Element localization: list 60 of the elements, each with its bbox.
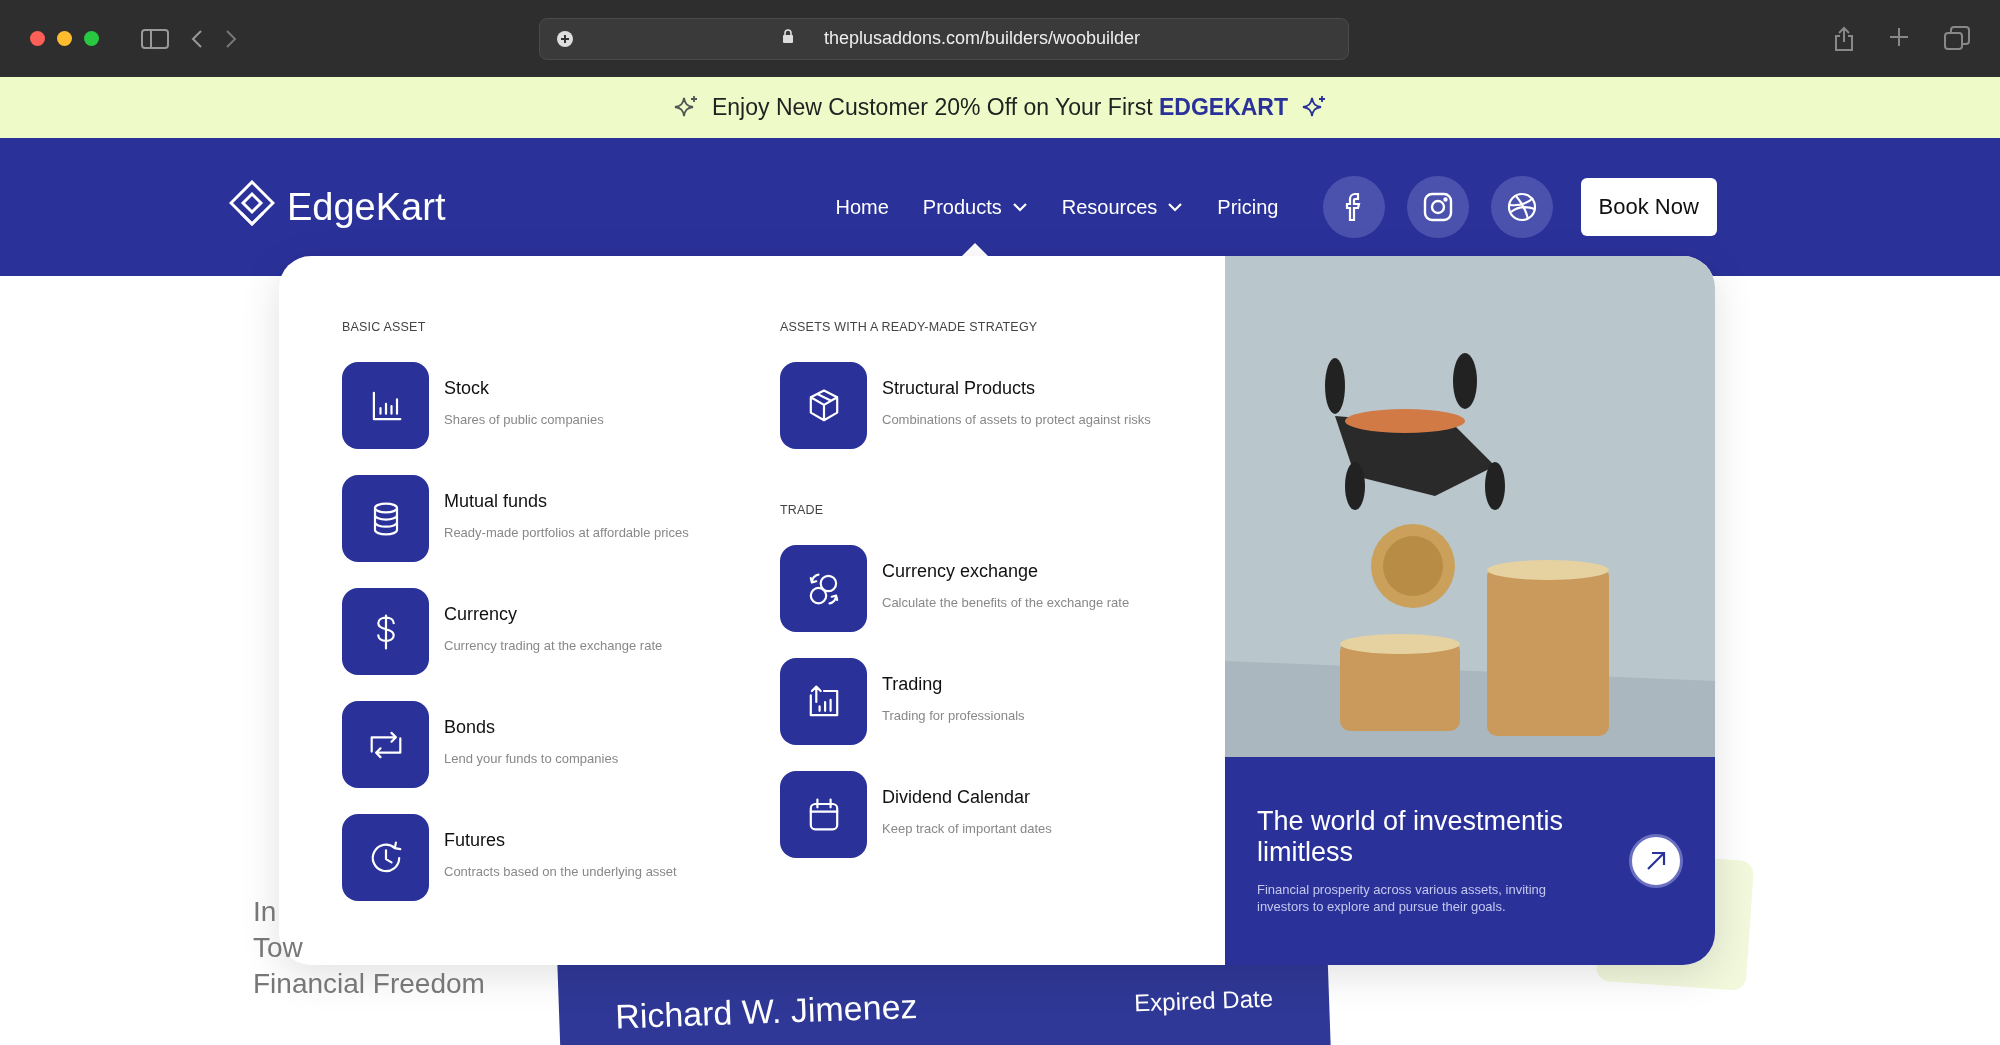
nav-link[interactable]: Home <box>835 195 889 219</box>
close-dot[interactable] <box>30 31 45 46</box>
promo-text: Enjoy New Customer 20% Off on Your First EDGEKART <box>711 94 1289 121</box>
section-heading: TRADE <box>780 503 825 517</box>
back-icon[interactable] <box>191 28 203 49</box>
item-title[interactable]: Bonds <box>444 717 619 738</box>
feature-title: The world of investmentis limitless <box>1257 806 1565 869</box>
item-description: Combinations of assets to protect against risks <box>882 411 1151 429</box>
tabs-icon[interactable] <box>1944 25 1970 50</box>
address-bar[interactable]: theplusaddons.com/builders/woobuilder <box>539 17 1349 60</box>
facebook-icon <box>1344 192 1363 222</box>
item-description: Trading for professionals <box>882 707 1025 725</box>
ball-icon <box>1506 192 1537 222</box>
sidebar-icon[interactable] <box>141 28 169 49</box>
item-description: Keep track of important dates <box>882 820 1052 838</box>
icon-tile[interactable] <box>342 362 429 449</box>
item-title[interactable]: Structural Products <box>882 378 1151 399</box>
item-title[interactable]: Dividend Calendar <box>882 787 1052 808</box>
nav-link[interactable]: Products <box>922 195 1028 219</box>
zoom-dot[interactable] <box>84 31 99 46</box>
hero-text: In <box>253 896 278 928</box>
instagram-icon <box>1422 192 1453 222</box>
icon-tile[interactable] <box>780 658 867 745</box>
icon-tile[interactable] <box>780 771 867 858</box>
lock-icon <box>781 29 794 44</box>
hero-text: Financial Freedom <box>253 968 485 1000</box>
section-heading: ASSETS WITH A READY-MADE STRATEGY <box>780 320 1039 334</box>
site-icon <box>556 29 574 48</box>
forward-icon[interactable] <box>225 28 237 49</box>
icon-tile[interactable] <box>342 475 429 562</box>
item-description: Currency trading at the exchange rate <box>444 637 663 655</box>
card-label: Expired Date <box>1133 984 1274 1018</box>
item-description: Shares of public companies <box>444 411 604 429</box>
new-tab-icon[interactable] <box>1888 25 1910 48</box>
section-heading: BASIC ASSET <box>342 320 427 334</box>
item-title[interactable]: Mutual funds <box>444 491 689 512</box>
brand-name[interactable]: EdgeKart <box>287 185 446 229</box>
card-holder-name: Richard W. Jimenez <box>614 986 919 1037</box>
share-icon[interactable] <box>1834 25 1854 52</box>
icon-tile[interactable] <box>780 545 867 632</box>
nav-link[interactable]: Resources <box>1061 195 1184 219</box>
item-title[interactable]: Futures <box>444 830 677 851</box>
item-description: Lend your funds to companies <box>444 750 619 768</box>
minimize-dot[interactable] <box>57 31 72 46</box>
icon-tile[interactable] <box>342 814 429 901</box>
item-title[interactable]: Stock <box>444 378 604 399</box>
feature-text: Financial prosperity across various assets, inviting investors to explore and pursue their goals. <box>1257 880 1547 916</box>
item-title[interactable]: Trading <box>882 674 1025 695</box>
item-description: Ready-made portfolios at affordable prices <box>444 524 689 542</box>
icon-tile[interactable] <box>342 701 429 788</box>
hero-text: Tow <box>253 932 304 964</box>
arrow-button[interactable] <box>1629 834 1683 888</box>
icon-tile[interactable] <box>780 362 867 449</box>
item-title[interactable]: Currency exchange <box>882 561 1130 582</box>
item-description: Contracts based on the underlying asset <box>444 863 677 881</box>
book-now-button[interactable]: Book Now <box>1580 178 1717 236</box>
icon-tile[interactable] <box>342 588 429 675</box>
nav-link[interactable]: Pricing <box>1217 195 1279 219</box>
item-title[interactable]: Currency <box>444 604 663 625</box>
item-description: Calculate the benefits of the exchange rate <box>882 594 1130 612</box>
